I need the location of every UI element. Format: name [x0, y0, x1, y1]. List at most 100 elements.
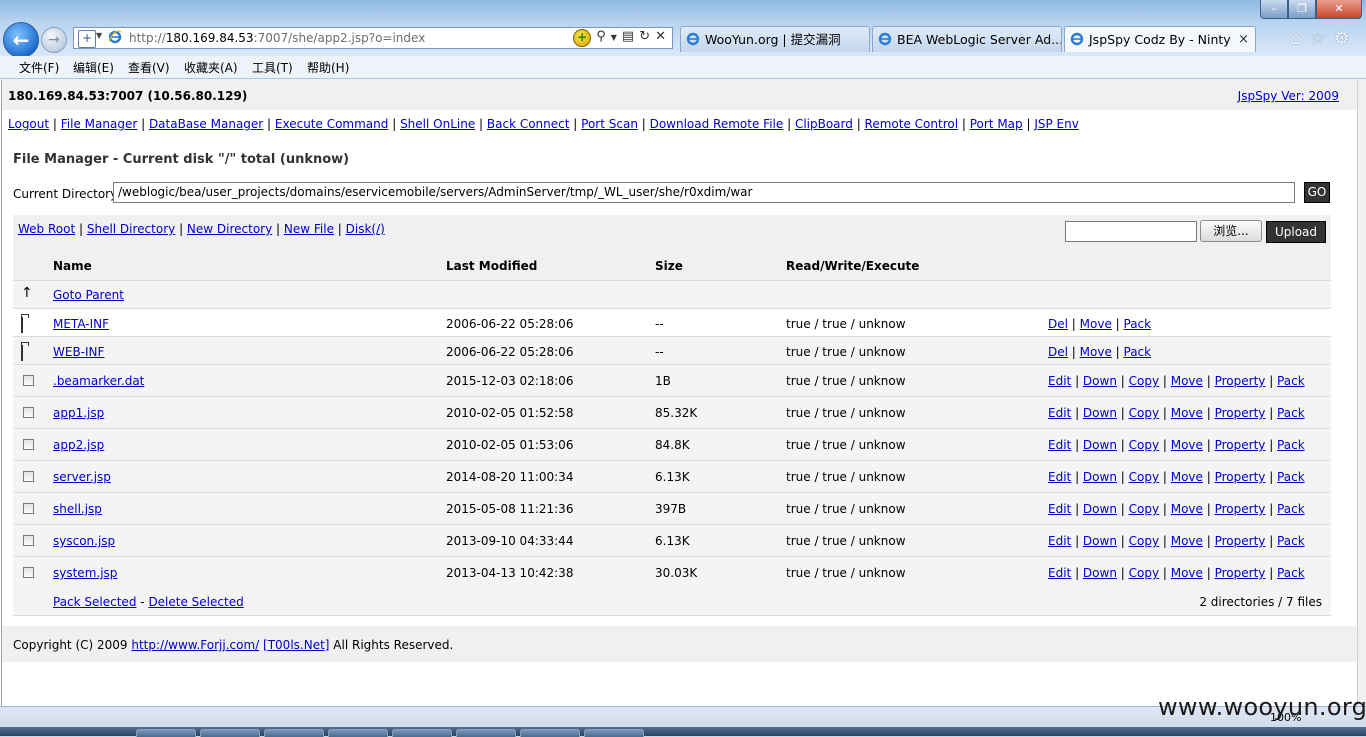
- nav-link-clipboard[interactable]: ClipBoard: [795, 117, 853, 131]
- go-button[interactable]: GO: [1304, 182, 1330, 203]
- directory-link[interactable]: WEB-INF: [53, 345, 104, 359]
- action-property[interactable]: Property: [1215, 566, 1266, 580]
- action-move[interactable]: Move: [1171, 502, 1203, 516]
- action-copy[interactable]: Copy: [1129, 438, 1159, 452]
- file-link[interactable]: shell.jsp: [53, 502, 102, 516]
- nav-link-file-manager[interactable]: File Manager: [61, 117, 138, 131]
- action-down[interactable]: Down: [1083, 502, 1117, 516]
- action-property[interactable]: Property: [1215, 374, 1266, 388]
- search-dropdown-icon[interactable]: ▼: [611, 29, 617, 47]
- menu-file[interactable]: 文件(F): [19, 59, 59, 76]
- compat-view-icon[interactable]: +: [78, 30, 96, 48]
- action-edit[interactable]: Edit: [1048, 374, 1071, 388]
- version-link[interactable]: JspSpy Ver: 2009: [1238, 89, 1339, 103]
- back-button[interactable]: ←: [3, 22, 39, 58]
- addon-icon[interactable]: +: [573, 29, 592, 47]
- action-pack[interactable]: Pack: [1124, 317, 1152, 331]
- action-property[interactable]: Property: [1215, 438, 1266, 452]
- action-move[interactable]: Move: [1171, 566, 1203, 580]
- action-move[interactable]: Move: [1171, 470, 1203, 484]
- current-directory-input[interactable]: /weblogic/bea/user_projects/domains/eser…: [113, 182, 1295, 203]
- action-property[interactable]: Property: [1215, 502, 1266, 516]
- nav-link-shell-online[interactable]: Shell OnLine: [400, 117, 475, 131]
- tool-link-web-root[interactable]: Web Root: [18, 222, 75, 236]
- stop-icon[interactable]: ✕: [655, 29, 666, 47]
- directory-link[interactable]: META-INF: [53, 317, 109, 331]
- tool-link-shell-directory[interactable]: Shell Directory: [87, 222, 175, 236]
- file-link[interactable]: .beamarker.dat: [53, 374, 144, 388]
- file-link[interactable]: app2.jsp: [53, 438, 104, 452]
- action-edit[interactable]: Edit: [1048, 438, 1071, 452]
- action-copy[interactable]: Copy: [1129, 406, 1159, 420]
- tools-gear-icon[interactable]: ⚙: [1334, 28, 1350, 49]
- action-down[interactable]: Down: [1083, 534, 1117, 548]
- action-edit[interactable]: Edit: [1048, 502, 1071, 516]
- nav-link-download-remote-file[interactable]: Download Remote File: [650, 117, 784, 131]
- menu-edit[interactable]: 编辑(E): [73, 59, 114, 76]
- page-icon[interactable]: ▤: [622, 29, 634, 47]
- upload-file-input[interactable]: [1065, 221, 1197, 242]
- address-bar[interactable]: + ▼ http://180.169.84.53:7007/she/app2.j…: [73, 27, 673, 49]
- action-copy[interactable]: Copy: [1129, 534, 1159, 548]
- action-property[interactable]: Property: [1215, 406, 1266, 420]
- action-down[interactable]: Down: [1083, 406, 1117, 420]
- select-checkbox[interactable]: [23, 439, 34, 450]
- nav-link-database-manager[interactable]: DataBase Manager: [149, 117, 263, 131]
- action-move[interactable]: Move: [1171, 374, 1203, 388]
- nav-link-jsp-env[interactable]: JSP Env: [1034, 117, 1079, 131]
- action-copy[interactable]: Copy: [1129, 566, 1159, 580]
- forward-button[interactable]: →: [41, 27, 67, 53]
- vertical-scrollbar[interactable]: [1357, 80, 1366, 706]
- refresh-icon[interactable]: ↻: [639, 29, 650, 47]
- select-checkbox[interactable]: [23, 567, 34, 578]
- delete-selected-link[interactable]: Delete Selected: [148, 595, 243, 609]
- action-pack[interactable]: Pack: [1277, 470, 1305, 484]
- nav-link-back-connect[interactable]: Back Connect: [487, 117, 570, 131]
- nav-link-logout[interactable]: Logout: [8, 117, 49, 131]
- tool-link-new-directory[interactable]: New Directory: [187, 222, 272, 236]
- action-edit[interactable]: Edit: [1048, 406, 1071, 420]
- file-link[interactable]: syscon.jsp: [53, 534, 115, 548]
- file-link[interactable]: app1.jsp: [53, 406, 104, 420]
- upload-button[interactable]: Upload: [1266, 221, 1326, 243]
- action-pack[interactable]: Pack: [1277, 502, 1305, 516]
- action-property[interactable]: Property: [1215, 470, 1266, 484]
- minimize-button[interactable]: –: [1260, 0, 1288, 19]
- forjj-link[interactable]: http://www.Forjj.com/: [131, 638, 259, 652]
- action-down[interactable]: Down: [1083, 374, 1117, 388]
- action-copy[interactable]: Copy: [1129, 502, 1159, 516]
- action-move[interactable]: Move: [1171, 438, 1203, 452]
- address-url[interactable]: http://180.169.84.53:7007/she/app2.jsp?o…: [129, 31, 425, 45]
- action-copy[interactable]: Copy: [1129, 470, 1159, 484]
- nav-link-port-scan[interactable]: Port Scan: [581, 117, 638, 131]
- action-down[interactable]: Down: [1083, 438, 1117, 452]
- action-move[interactable]: Move: [1080, 317, 1112, 331]
- action-move[interactable]: Move: [1171, 534, 1203, 548]
- browse-button[interactable]: 浏览...: [1200, 220, 1262, 242]
- select-checkbox[interactable]: [23, 471, 34, 482]
- action-pack[interactable]: Pack: [1277, 566, 1305, 580]
- action-move[interactable]: Move: [1080, 345, 1112, 359]
- action-pack[interactable]: Pack: [1277, 374, 1305, 388]
- favorites-star-icon[interactable]: ☆: [1309, 28, 1325, 49]
- tab-weblogic[interactable]: BEA WebLogic Server Ad...: [872, 26, 1062, 52]
- pack-selected-link[interactable]: Pack Selected: [53, 595, 136, 609]
- goto-parent-link[interactable]: Goto Parent: [53, 288, 124, 302]
- action-down[interactable]: Down: [1083, 470, 1117, 484]
- nav-link-port-map[interactable]: Port Map: [970, 117, 1023, 131]
- action-edit[interactable]: Edit: [1048, 470, 1071, 484]
- select-checkbox[interactable]: [23, 535, 34, 546]
- tab-jspspy[interactable]: JspSpy Codz By - Ninty ×: [1064, 26, 1256, 52]
- action-move[interactable]: Move: [1171, 406, 1203, 420]
- menu-tools[interactable]: 工具(T): [252, 59, 293, 76]
- tool-link-new-file[interactable]: New File: [284, 222, 334, 236]
- maximize-button[interactable]: ❐: [1288, 0, 1316, 19]
- file-link[interactable]: server.jsp: [53, 470, 111, 484]
- close-window-button[interactable]: ✕: [1316, 0, 1362, 19]
- menu-favorites[interactable]: 收藏夹(A): [184, 59, 238, 76]
- action-edit[interactable]: Edit: [1048, 566, 1071, 580]
- select-checkbox[interactable]: [23, 503, 34, 514]
- home-icon[interactable]: ⌂: [1290, 28, 1301, 49]
- action-pack[interactable]: Pack: [1124, 345, 1152, 359]
- menu-view[interactable]: 查看(V): [128, 59, 170, 76]
